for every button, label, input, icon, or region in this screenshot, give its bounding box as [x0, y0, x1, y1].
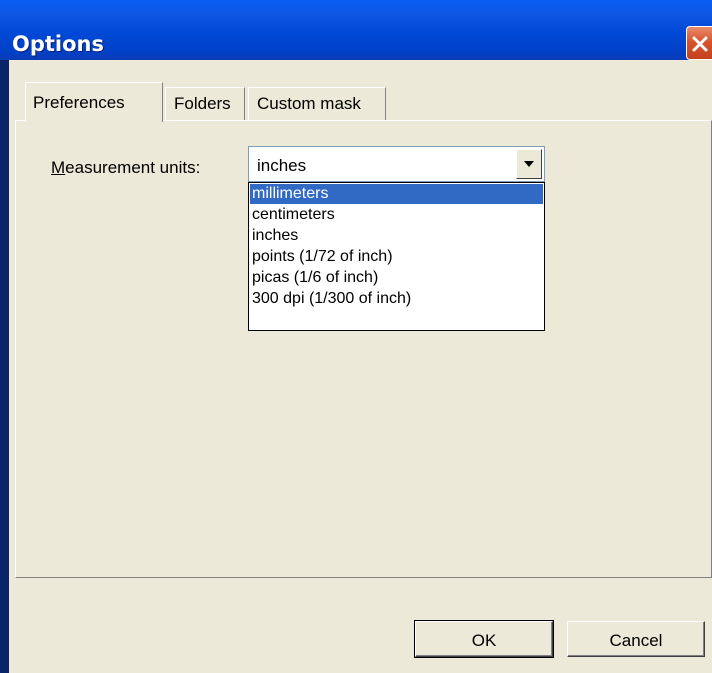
- tab-preferences[interactable]: Preferences: [25, 82, 163, 122]
- close-icon: [692, 36, 708, 52]
- dialog-client-area: Preferences Folders Custom mask Measurem…: [9, 60, 712, 673]
- tab-folders[interactable]: Folders: [165, 87, 245, 120]
- tab-custom-mask-label: Custom mask: [257, 94, 361, 113]
- option-picas[interactable]: picas (1/6 of inch): [250, 268, 543, 288]
- cancel-button[interactable]: Cancel: [567, 621, 705, 657]
- option-centimeters[interactable]: centimeters: [250, 205, 543, 225]
- title-bar[interactable]: Options: [0, 0, 712, 60]
- measurement-units-label-accelerator: M: [51, 158, 66, 177]
- measurement-units-label: Measurement units:: [51, 158, 200, 178]
- ok-button-label: OK: [471, 631, 497, 650]
- close-button[interactable]: [686, 26, 712, 60]
- measurement-units-dropdown-list: millimeters centimeters inches points (1…: [248, 182, 545, 331]
- cancel-button-label: Cancel: [609, 631, 663, 650]
- measurement-units-value: inches: [257, 156, 307, 175]
- tab-preferences-label: Preferences: [33, 93, 125, 112]
- measurement-units-select[interactable]: inches: [248, 146, 545, 182]
- option-300-dpi[interactable]: 300 dpi (1/300 of inch): [250, 289, 543, 309]
- measurement-units-label-text: easurement units:: [65, 158, 201, 177]
- option-millimeters[interactable]: millimeters: [250, 184, 543, 204]
- tab-folders-label: Folders: [174, 94, 231, 113]
- window-title: Options: [12, 32, 104, 56]
- option-inches[interactable]: inches: [250, 226, 543, 246]
- options-dialog: Options Preferences Folders Custom mask …: [0, 0, 712, 673]
- ok-button[interactable]: OK: [414, 620, 554, 658]
- dropdown-button[interactable]: [516, 149, 542, 179]
- tab-strip: Preferences Folders Custom mask: [9, 60, 712, 122]
- option-points[interactable]: points (1/72 of inch): [250, 247, 543, 267]
- tab-custom-mask[interactable]: Custom mask: [248, 87, 386, 120]
- chevron-down-icon: [524, 161, 534, 167]
